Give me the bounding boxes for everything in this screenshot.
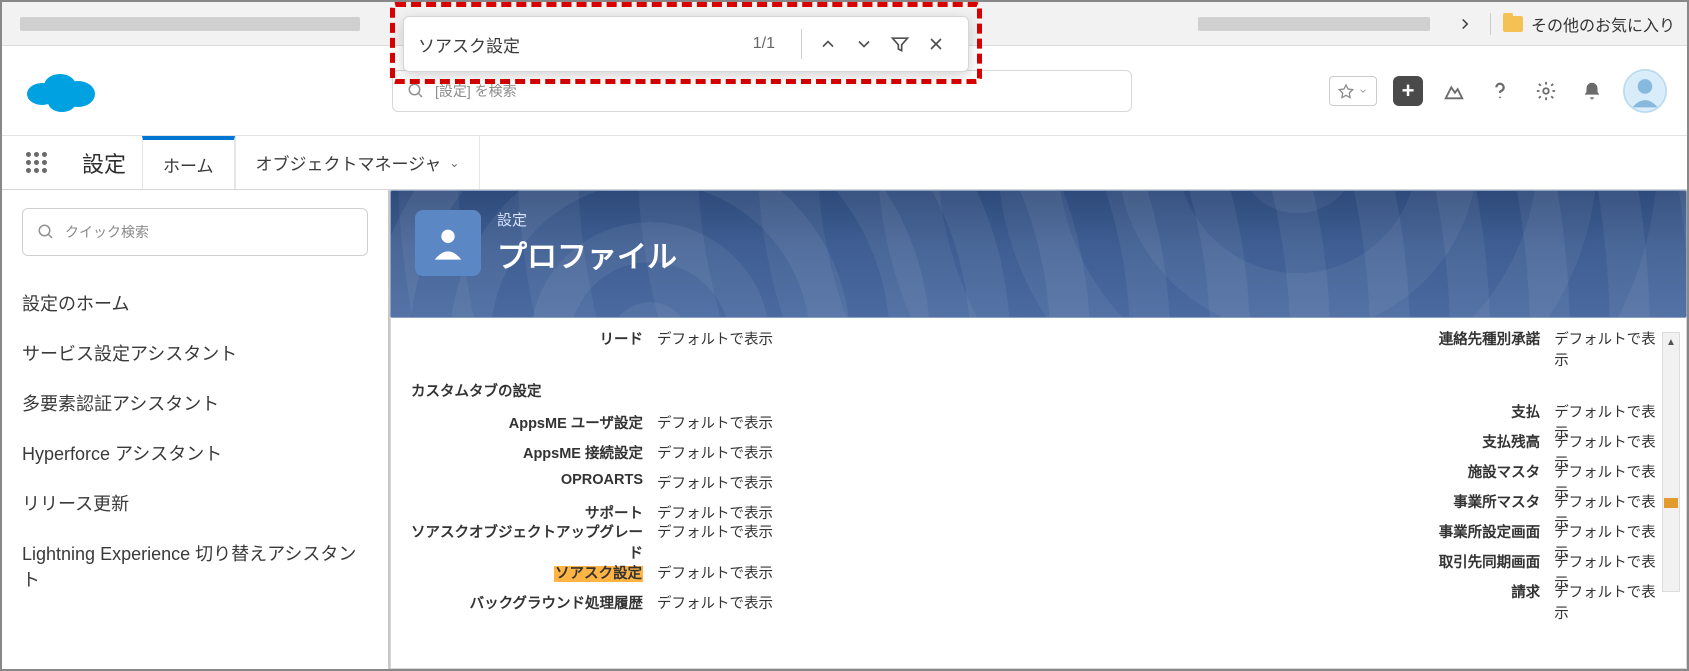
quick-find-input[interactable]: クイック検索: [22, 208, 368, 256]
field-label: AppsME 接続設定: [411, 442, 657, 463]
field-value: デフォルトで表示: [657, 592, 773, 613]
user-avatar[interactable]: [1623, 69, 1667, 113]
find-input[interactable]: [418, 34, 741, 54]
field-label: ソアスクオブジェクトアップグレード: [411, 521, 657, 563]
nav-title: 設定: [66, 136, 142, 189]
address-bar-placeholder-2: [1198, 17, 1430, 31]
main-content: 設定 プロファイル リード デフォルトで表示 連絡先種別承諾 デフォルトで表示: [390, 190, 1687, 669]
field-value: デフォルトで表示: [1554, 328, 1666, 370]
field-value: デフォルトで表示: [657, 562, 773, 583]
sidebar-item[interactable]: 設定のホーム: [22, 278, 368, 328]
divider: [1490, 13, 1491, 35]
sidebar-item[interactable]: サービス設定アシスタント: [22, 328, 368, 378]
other-favorites-label[interactable]: その他のお気に入り: [1531, 12, 1675, 36]
field-label: サポート: [411, 502, 657, 523]
search-icon: [407, 82, 425, 100]
field-value: デフォルトで表示: [657, 521, 773, 563]
quick-find-placeholder: クイック検索: [65, 222, 149, 242]
find-count: 1/1: [753, 35, 775, 53]
help-icon[interactable]: [1485, 76, 1515, 106]
field-label: リード: [411, 328, 657, 370]
salesforce-logo[interactable]: [22, 64, 102, 118]
tab-object-manager[interactable]: オブジェクトマネージャ ⌄: [235, 136, 481, 189]
address-bar-placeholder: [20, 17, 360, 31]
tab-home-label: ホーム: [163, 152, 214, 177]
field-label: バックグラウンド処理履歴: [411, 592, 657, 613]
favorites-button[interactable]: [1329, 76, 1377, 106]
main-nav: 設定 ホーム オブジェクトマネージャ ⌄: [2, 136, 1687, 190]
field-label: AppsME ユーザ設定: [411, 412, 657, 433]
global-search-placeholder: [設定] を検索: [435, 81, 517, 101]
scrollbar-thumb[interactable]: [1664, 498, 1678, 508]
section-header: カスタムタブの設定: [411, 380, 1666, 401]
header-actions: +: [1329, 69, 1667, 113]
field-label: OPROARTS: [411, 472, 657, 493]
banner-eyebrow: 設定: [497, 209, 677, 230]
profile-icon: [415, 210, 481, 276]
field-value: デフォルトで表示: [657, 502, 773, 523]
chevron-down-icon: ⌄: [449, 156, 459, 170]
tab-object-manager-label: オブジェクトマネージャ: [256, 150, 442, 175]
field-value: デフォルトで表示: [1554, 581, 1666, 623]
global-search[interactable]: [設定] を検索: [392, 70, 1132, 112]
page-banner: 設定 プロファイル: [390, 190, 1687, 318]
sidebar-item[interactable]: Lightning Experience 切り替えアシスタント: [22, 528, 368, 604]
app-body: クイック検索 設定のホーム サービス設定アシスタント 多要素認証アシスタント H…: [2, 190, 1687, 669]
sidebar-item[interactable]: 多要素認証アシスタント: [22, 378, 368, 428]
forward-icon[interactable]: [1454, 13, 1476, 35]
field-value: デフォルトで表示: [657, 328, 773, 370]
page-title: プロファイル: [497, 232, 677, 276]
gear-icon[interactable]: [1531, 76, 1561, 106]
find-filter-icon[interactable]: [882, 26, 918, 62]
field-label: 連絡先種別承諾: [1091, 328, 1554, 370]
trailhead-icon[interactable]: [1439, 76, 1469, 106]
scroll-up-icon[interactable]: ▲: [1663, 333, 1679, 351]
notifications-icon[interactable]: [1577, 76, 1607, 106]
sidebar-item[interactable]: Hyperforce アシスタント: [22, 428, 368, 478]
field-value: デフォルトで表示: [657, 412, 773, 433]
field-value: デフォルトで表示: [657, 442, 773, 463]
folder-icon[interactable]: [1503, 16, 1523, 32]
detail-panel: リード デフォルトで表示 連絡先種別承諾 デフォルトで表示 カスタムタブの設定 …: [390, 318, 1687, 669]
field-value: デフォルトで表示: [657, 472, 773, 493]
field-label: 請求: [1091, 581, 1554, 623]
scrollbar[interactable]: ▲: [1662, 332, 1680, 592]
table-row: バックグラウンド処理履歴デフォルトで表示請求デフォルトで表示: [411, 587, 1666, 617]
find-next-icon[interactable]: [846, 26, 882, 62]
field-label: ソアスク設定: [411, 562, 657, 583]
find-close-icon[interactable]: [918, 26, 954, 62]
sidebar-item[interactable]: リリース更新: [22, 478, 368, 528]
tab-home[interactable]: ホーム: [142, 136, 235, 189]
find-prev-icon[interactable]: [810, 26, 846, 62]
global-add-button[interactable]: +: [1393, 76, 1423, 106]
divider: [801, 29, 802, 59]
table-row: リード デフォルトで表示 連絡先種別承諾 デフォルトで表示: [411, 328, 1666, 370]
find-in-page-bar: 1/1: [403, 16, 969, 72]
search-icon: [37, 223, 55, 241]
app-launcher-icon[interactable]: [18, 136, 54, 189]
setup-sidebar: クイック検索 設定のホーム サービス設定アシスタント 多要素認証アシスタント H…: [2, 190, 390, 669]
